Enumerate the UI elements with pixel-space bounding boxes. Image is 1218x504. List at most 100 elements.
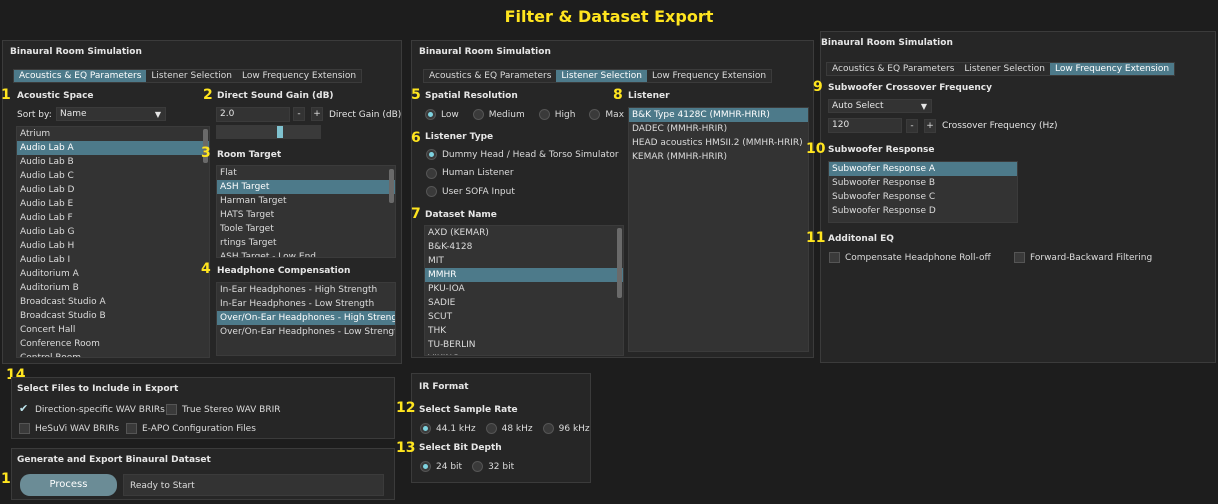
process-button[interactable]: Process [20,474,117,496]
export-option-direction-wav[interactable]: Direction-specific WAV BRIRs [19,402,174,415]
subwoofer-response-item[interactable]: Subwoofer Response B [829,176,1017,190]
rolloff-checkbox[interactable] [829,252,840,263]
subwoofer-response-list[interactable]: Subwoofer Response A Subwoofer Response B… [828,161,1018,223]
eq-option-rolloff[interactable]: Compensate Headphone Roll-off [829,252,1000,263]
forward-backward-checkbox[interactable] [1014,252,1025,263]
acoustic-space-item[interactable]: Broadcast Studio B [17,309,209,323]
tab-listener-selection[interactable]: Listener Selection [146,70,237,82]
listener-type-option[interactable]: Dummy Head / Head & Torso Simulator [426,149,628,160]
subwoofer-response-item[interactable]: Subwoofer Response D [829,204,1017,218]
export-option-eapo[interactable]: E-APO Configuration Files [126,423,265,434]
dataset-item[interactable]: MIT [425,254,623,268]
headphone-comp-item[interactable]: In-Ear Headphones - High Strength [217,283,395,297]
dataset-item[interactable]: PKU-IOA [425,282,623,296]
listener-type-radio[interactable] [426,149,437,160]
sample-rate-radio[interactable] [542,423,554,434]
tab-listener-selection[interactable]: Listener Selection [959,63,1050,75]
tab-low-frequency-extension[interactable]: Low Frequency Extension [647,70,771,82]
acoustic-space-item[interactable]: Conference Room [17,337,209,351]
headphone-comp-item[interactable]: In-Ear Headphones - Low Strength [217,297,395,311]
acoustic-space-item[interactable]: Audio Lab H [17,239,209,253]
room-target-item[interactable]: HATS Target [217,208,395,222]
hesuvi-checkbox[interactable] [19,423,30,434]
room-target-list[interactable]: Flat ASH Target Harman Target HATS Target To… [216,165,396,258]
acoustic-space-item[interactable]: Audio Lab E [17,197,209,211]
spatial-resolution-radio[interactable] [589,109,601,120]
direct-gain-slider-thumb[interactable] [277,126,283,138]
crossover-decrement[interactable]: - [906,119,918,133]
acoustic-space-item[interactable]: Atrium [17,127,209,141]
direct-gain-decrement[interactable]: - [293,107,305,121]
acoustic-space-item[interactable]: Audio Lab G [17,225,209,239]
acoustic-space-item[interactable]: Audio Lab D [17,183,209,197]
tab-listener-selection[interactable]: Listener Selection [556,70,647,82]
listener-item[interactable]: HEAD acoustics HMSII.2 (MMHR-HRIR) [629,136,808,150]
listener-item[interactable]: DADEC (MMHR-HRIR) [629,122,808,136]
acoustic-space-item[interactable]: Audio Lab A [17,141,209,155]
tab-acoustics-eq[interactable]: Acoustics & EQ Parameters [424,70,556,82]
headphone-comp-list[interactable]: In-Ear Headphones - High Strength In-Ear … [216,282,396,356]
dataset-item[interactable]: SCUT [425,310,623,324]
acoustic-space-item[interactable]: Auditorium B [17,281,209,295]
listener-item[interactable]: KEMAR (MMHR-HRIR) [629,150,808,164]
crossover-mode-dropdown[interactable]: Auto Select ▼ [828,99,932,113]
sample-rate-option[interactable]: 96 kHz [542,423,590,434]
tab-acoustics-eq[interactable]: Acoustics & EQ Parameters [14,70,147,82]
tab-low-frequency-extension[interactable]: Low Frequency Extension [237,70,361,82]
tab-low-frequency-extension[interactable]: Low Frequency Extension [1049,63,1175,75]
sample-rate-option[interactable]: 44.1 kHz [420,423,476,434]
spatial-resolution-option[interactable]: Max [589,109,624,120]
sample-rate-radio[interactable] [420,423,431,434]
dataset-list[interactable]: AXD (KEMAR) B&K-4128 MIT MMHR PKU-IOA SADIE SC… [424,225,624,356]
eq-option-forward-backward[interactable]: Forward-Backward Filtering [1014,252,1161,263]
acoustic-space-item[interactable]: Broadcast Studio A [17,295,209,309]
subwoofer-response-item[interactable]: Subwoofer Response C [829,190,1017,204]
dataset-item[interactable]: THK [425,324,623,338]
true-stereo-checkbox[interactable] [166,404,177,415]
spatial-resolution-radio[interactable] [472,109,484,120]
dataset-item[interactable]: B&K-4128 [425,240,623,254]
acoustic-space-item[interactable]: Concert Hall [17,323,209,337]
listener-type-radio[interactable] [426,167,437,179]
acoustic-space-item[interactable]: Audio Lab C [17,169,209,183]
acoustic-space-item[interactable]: Audio Lab F [17,211,209,225]
spatial-resolution-radio[interactable] [425,109,436,120]
eapo-checkbox[interactable] [126,423,137,434]
acoustic-space-list[interactable]: Atrium Audio Lab A Audio Lab B Audio Lab CA… [16,126,210,358]
dataset-scrollbar[interactable] [617,228,622,298]
dataset-item[interactable]: AXD (KEMAR) [425,226,623,240]
direct-gain-increment[interactable]: + [311,107,323,121]
sort-by-dropdown[interactable]: Name ▼ [56,107,166,121]
direct-gain-field[interactable]: 2.0 [216,107,290,122]
spatial-resolution-option[interactable]: High [538,109,575,120]
dataset-item[interactable]: MMHR [425,268,623,282]
room-target-item[interactable]: Harman Target [217,194,395,208]
listener-type-option[interactable]: User SOFA Input [426,186,524,197]
acoustic-space-item[interactable]: Audio Lab B [17,155,209,169]
bit-depth-radio[interactable] [472,461,484,472]
bit-depth-radio[interactable] [420,461,431,472]
subwoofer-response-item[interactable]: Subwoofer Response A [829,162,1017,176]
direction-wav-checkbox[interactable] [19,402,30,415]
dataset-item[interactable]: TU-BERLIN [425,338,623,352]
crossover-frequency-field[interactable]: 120 [828,118,902,133]
tab-acoustics-eq[interactable]: Acoustics & EQ Parameters [827,63,959,75]
export-option-hesuvi[interactable]: HeSuVi WAV BRIRs [19,423,128,434]
direct-gain-slider[interactable] [216,125,321,139]
room-target-item[interactable]: rtings Target [217,236,395,250]
room-target-item[interactable]: Toole Target [217,222,395,236]
acoustic-space-item[interactable]: Audio Lab I [17,253,209,267]
headphone-comp-item[interactable]: Over/On-Ear Headphones - Low Strength [217,325,395,339]
room-target-item[interactable]: ASH Target [217,180,395,194]
export-option-true-stereo[interactable]: True Stereo WAV BRIR [166,404,290,415]
crossover-increment[interactable]: + [924,119,936,133]
dataset-item[interactable]: SADIE [425,296,623,310]
bit-depth-option[interactable]: 32 bit [472,461,514,472]
room-target-item[interactable]: Flat [217,166,395,180]
room-target-scrollbar[interactable] [389,169,394,203]
acoustic-space-item[interactable]: Control Room [17,351,209,357]
listener-item[interactable]: B&K Type 4128C (MMHR-HRIR) [629,108,808,122]
listener-type-radio[interactable] [426,186,437,197]
listener-list[interactable]: B&K Type 4128C (MMHR-HRIR) DADEC (MMHR-HR… [628,107,809,352]
headphone-comp-item[interactable]: Over/On-Ear Headphones - High Strength [217,311,395,325]
